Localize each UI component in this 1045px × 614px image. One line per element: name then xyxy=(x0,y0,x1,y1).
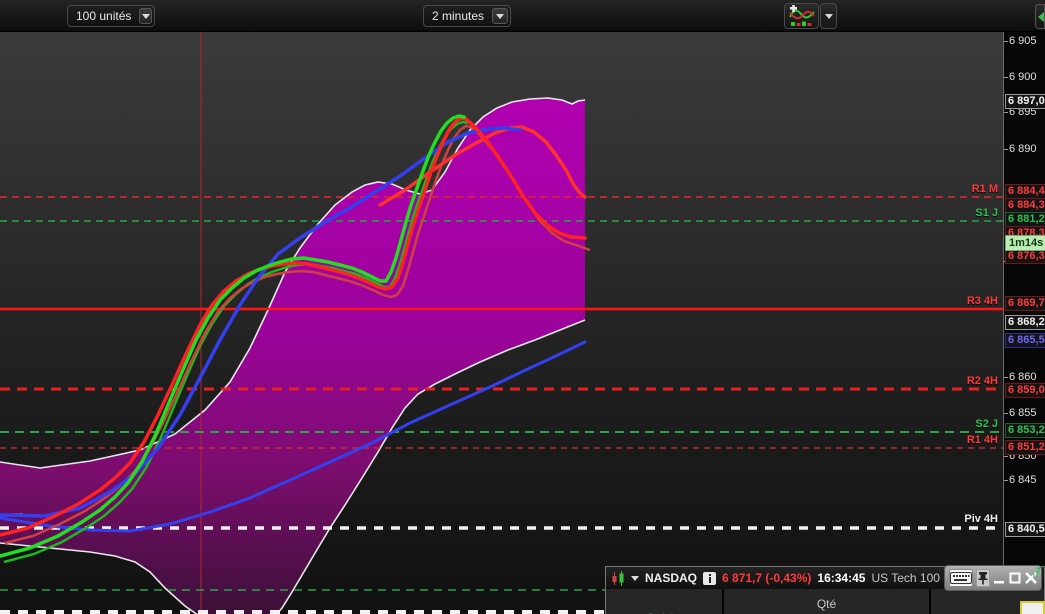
timeframe-dropdown[interactable]: 2 minutes xyxy=(423,5,511,27)
price-fragment-text: ,7 xyxy=(1032,566,1042,578)
chart-style-button[interactable] xyxy=(784,3,819,29)
level-label-s1j: S1 J xyxy=(975,207,998,219)
order-table: Quick Qté xyxy=(606,589,1044,614)
candlestick-icon xyxy=(612,570,624,586)
chevron-down-icon xyxy=(141,13,150,19)
chevron-down-icon xyxy=(496,13,505,19)
pin-button[interactable] xyxy=(976,569,991,587)
chart-area[interactable]: R1 M S1 J R3 4H R2 4H S2 J R1 4H Piv 4H xyxy=(0,32,1003,614)
chart-style-dropdown-button[interactable] xyxy=(820,3,837,29)
axis-tick: 6 845 xyxy=(1004,474,1045,486)
highlighted-cell-fragment xyxy=(1020,601,1045,614)
axis-tick: 6 860 xyxy=(1004,371,1045,383)
symbol-dropdown-icon[interactable] xyxy=(631,575,639,581)
price-marker-piv4h: 6 840,5 xyxy=(1005,522,1045,537)
quote-price-change: 6 871,7 (-0,43%) xyxy=(722,571,812,585)
info-icon[interactable] xyxy=(703,571,717,585)
collapse-panel-button[interactable] xyxy=(1035,4,1045,29)
top-toolbar: 100 unités 2 minutes xyxy=(0,0,1045,32)
quote-window[interactable]: NASDAQ 6 871,7 (-0,43%) 16:34:45 US Tech… xyxy=(605,565,1045,614)
axis-tick: 6 900 xyxy=(1004,71,1045,83)
level-label-r14h: R1 4H xyxy=(966,434,998,446)
candle-countdown-badge: 1m14s xyxy=(1005,235,1045,251)
maximize-icon xyxy=(1009,572,1021,584)
price-marker-blue-ma: 6 865,5 xyxy=(1005,333,1045,348)
level-label-r24h: R2 4H xyxy=(966,375,998,387)
price-marker-r34h: 6 869,7 xyxy=(1005,296,1045,311)
quote-time: 16:34:45 xyxy=(817,571,866,585)
band-area xyxy=(0,98,585,614)
level-label-r1m: R1 M xyxy=(971,183,998,195)
maximize-button[interactable] xyxy=(1009,569,1022,587)
keyboard-button[interactable] xyxy=(949,569,974,587)
chevron-down-icon xyxy=(824,13,833,19)
indicator-chart-icon xyxy=(788,5,815,26)
window-controls xyxy=(944,565,1042,591)
price-marker-lower-band: 6 868,2 xyxy=(1005,315,1045,330)
qty-column-header: Qté xyxy=(724,589,929,614)
level-label-s2j: S2 J xyxy=(975,418,998,430)
pin-icon xyxy=(978,572,988,585)
price-marker-upper-band: 6 897,0 xyxy=(1005,94,1045,109)
price-marker-r24h: 6 859,0 xyxy=(1005,383,1045,398)
price-marker-s1j: 6 881,2 xyxy=(1005,212,1045,227)
timeframe-dropdown-value: 2 minutes xyxy=(432,9,485,23)
axis-tick: 6 855 xyxy=(1004,407,1045,419)
axis-tick: 6 890 xyxy=(1004,143,1045,155)
timeframe-dropdown-button[interactable] xyxy=(492,8,508,24)
price-marker-r14h: 6 851,2 xyxy=(1005,440,1045,455)
chart-canvas xyxy=(0,32,1003,614)
price-marker-red2: 6 884,3 xyxy=(1005,198,1045,213)
trading-platform-window: R1 M S1 J R3 4H R2 4H S2 J R1 4H Piv 4H … xyxy=(0,0,1045,614)
keyboard-icon xyxy=(950,572,973,584)
arrow-left-icon xyxy=(1038,11,1044,22)
minimize-button[interactable] xyxy=(993,569,1006,587)
price-marker-r1m: 6 884,4 xyxy=(1005,184,1045,199)
level-label-piv4h: Piv 4H xyxy=(964,513,998,525)
axis-tick: 6 905 xyxy=(1004,35,1045,47)
level-label-r34h: R3 4H xyxy=(966,295,998,307)
price-marker-red4: 6 876,3 xyxy=(1005,249,1045,264)
price-axis[interactable]: 6 905 6 900 6 895 6 890 6 875 6 860 6 85… xyxy=(1003,32,1045,614)
order-table-col-left[interactable]: Quick xyxy=(606,589,722,614)
price-marker-s2j: 6 853,2 xyxy=(1005,423,1045,438)
symbol-name[interactable]: NASDAQ xyxy=(645,571,697,585)
minimize-icon xyxy=(994,581,1005,584)
units-dropdown[interactable]: 100 unités xyxy=(67,5,155,27)
units-dropdown-button[interactable] xyxy=(139,8,152,24)
units-dropdown-value: 100 unités xyxy=(76,9,132,23)
